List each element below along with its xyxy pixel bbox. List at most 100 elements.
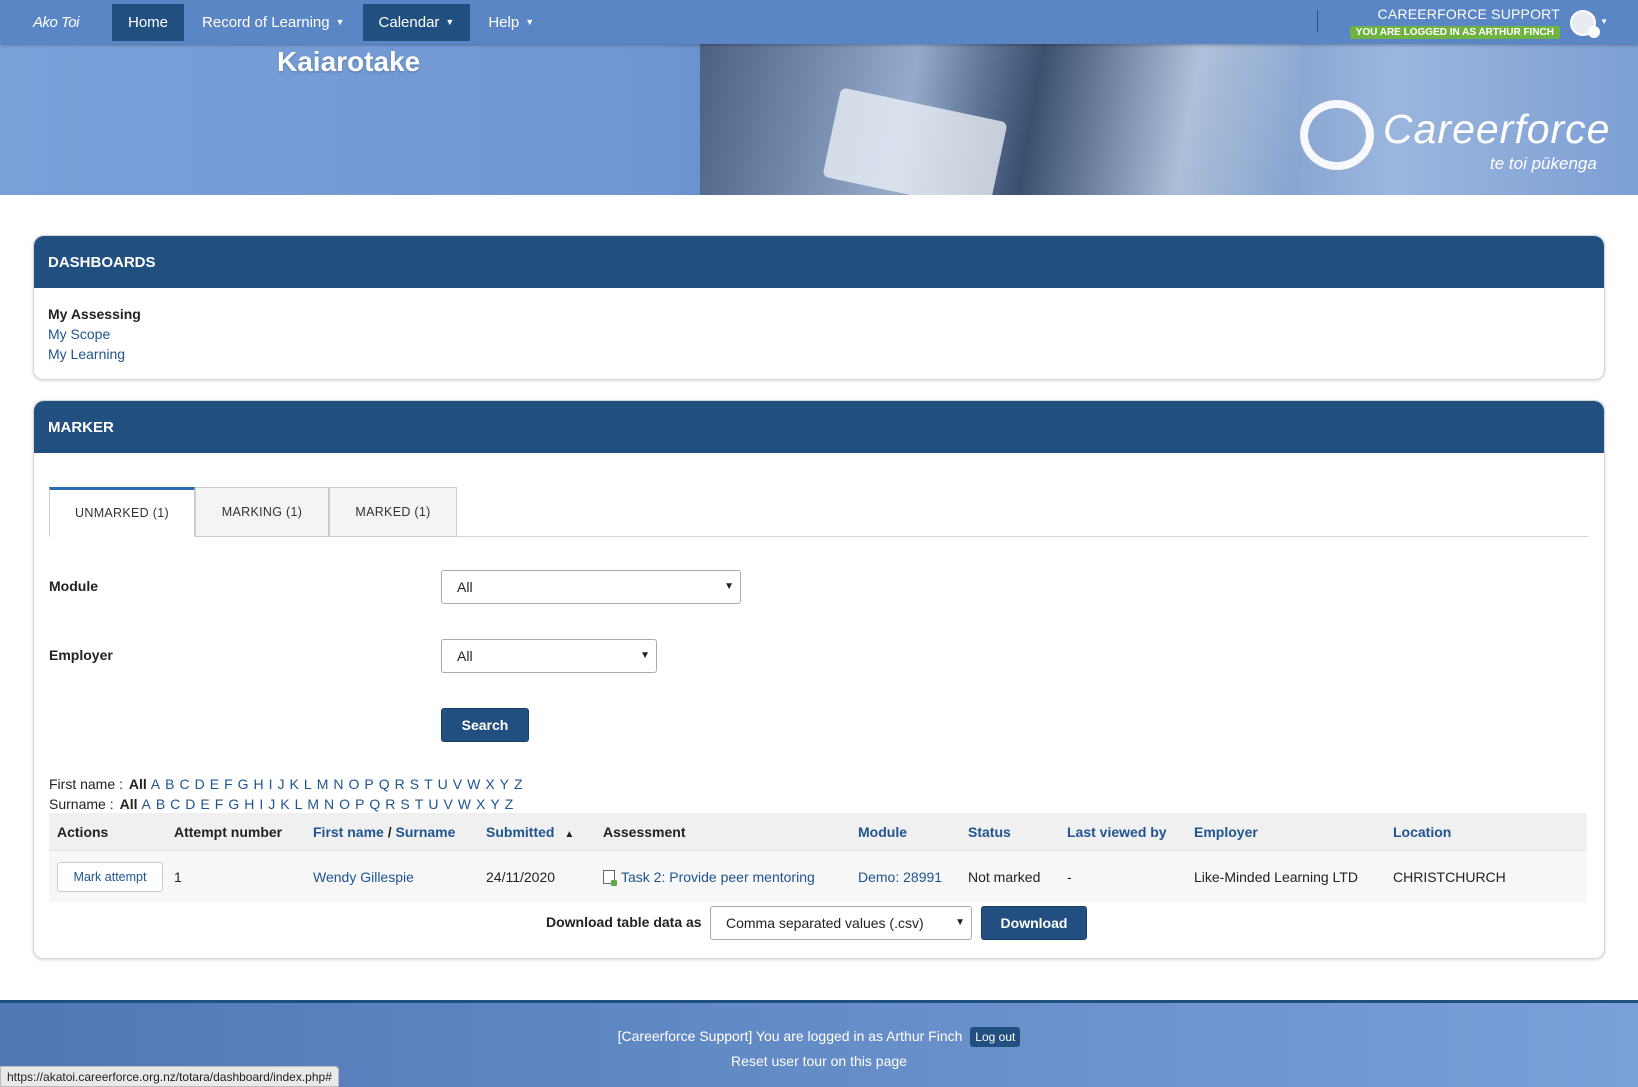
firstname-letter-z[interactable]: Z: [514, 776, 523, 792]
dashboard-item-my-assessing: My Assessing: [48, 306, 141, 322]
surname-letter-a[interactable]: A: [141, 796, 150, 812]
surname-all[interactable]: All: [120, 796, 138, 812]
firstname-filter-label: First name :: [49, 776, 123, 792]
sort-status[interactable]: Status: [968, 824, 1011, 840]
assessment-link[interactable]: Task 2: Provide peer mentoring: [621, 869, 815, 885]
surname-letter-k[interactable]: K: [280, 796, 289, 812]
reset-user-tour-link[interactable]: Reset user tour on this page: [731, 1053, 907, 1069]
sort-submitted[interactable]: Submitted: [486, 824, 554, 840]
top-navigation-bar: Ako Toi Home Record of Learning ▼ Calend…: [0, 0, 1638, 44]
firstname-letter-n[interactable]: N: [333, 776, 343, 792]
firstname-letter-j[interactable]: J: [278, 776, 285, 792]
nav-calendar[interactable]: Calendar ▼: [362, 3, 471, 41]
firstname-letter-a[interactable]: A: [151, 776, 160, 792]
firstname-letter-t[interactable]: T: [424, 776, 433, 792]
page-banner: Kaiarotake Careerforce te toi pūkenga: [0, 44, 1638, 195]
cell-learner-name[interactable]: Wendy Gillespie: [313, 869, 414, 885]
firstname-letter-f[interactable]: F: [224, 776, 233, 792]
surname-letter-x[interactable]: X: [476, 796, 485, 812]
firstname-letter-r[interactable]: R: [395, 776, 405, 792]
tab-unmarked[interactable]: UNMARKED (1): [49, 487, 195, 537]
firstname-letter-k[interactable]: K: [290, 776, 299, 792]
surname-letter-s[interactable]: S: [400, 796, 409, 812]
chevron-down-icon[interactable]: ▼: [1600, 17, 1608, 26]
surname-letter-h[interactable]: H: [244, 796, 254, 812]
search-button[interactable]: Search: [441, 708, 529, 742]
sort-last-viewed[interactable]: Last viewed by: [1067, 824, 1167, 840]
name-separator: /: [383, 823, 396, 840]
surname-letter-y[interactable]: Y: [490, 796, 499, 812]
surname-letter-v[interactable]: V: [443, 796, 452, 812]
cell-module[interactable]: Demo: 28991: [858, 869, 942, 885]
firstname-letter-x[interactable]: X: [485, 776, 494, 792]
logged-in-as-badge: YOU ARE LOGGED IN AS ARTHUR FINCH: [1349, 26, 1560, 39]
firstname-letter-e[interactable]: E: [210, 776, 219, 792]
firstname-letter-v[interactable]: V: [453, 776, 462, 792]
surname-letter-n[interactable]: N: [324, 796, 334, 812]
firstname-letter-p[interactable]: P: [364, 776, 373, 792]
surname-letter-i[interactable]: I: [259, 796, 263, 812]
firstname-letter-h[interactable]: H: [254, 776, 264, 792]
sort-location[interactable]: Location: [1393, 824, 1451, 840]
dashboard-item-my-learning[interactable]: My Learning: [48, 346, 125, 362]
nav-home[interactable]: Home: [112, 3, 185, 41]
firstname-letter-o[interactable]: O: [348, 776, 359, 792]
surname-letter-e[interactable]: E: [200, 796, 209, 812]
surname-letter-d[interactable]: D: [185, 796, 195, 812]
site-logo[interactable]: Ako Toi: [0, 0, 112, 44]
download-button-label: Download: [1000, 915, 1068, 931]
firstname-letter-i[interactable]: I: [269, 776, 273, 792]
module-select-value: All: [457, 579, 473, 595]
surname-letter-m[interactable]: M: [307, 796, 319, 812]
tab-marking[interactable]: MARKING (1): [195, 487, 329, 537]
firstname-letter-c[interactable]: C: [179, 776, 189, 792]
dashboard-item-my-scope[interactable]: My Scope: [48, 326, 110, 342]
sort-surname[interactable]: Surname: [395, 824, 455, 840]
firstname-letter-m[interactable]: M: [317, 776, 329, 792]
firstname-letter-u[interactable]: U: [438, 776, 448, 792]
download-format-value: Comma separated values (.csv): [726, 915, 924, 931]
surname-letter-l[interactable]: L: [295, 796, 303, 812]
tab-marking-label: MARKING (1): [221, 505, 303, 519]
firstname-letter-w[interactable]: W: [467, 776, 480, 792]
firstname-letter-y[interactable]: Y: [500, 776, 509, 792]
surname-letter-q[interactable]: Q: [369, 796, 380, 812]
firstname-letter-b[interactable]: B: [165, 776, 174, 792]
download-format-select[interactable]: Comma separated values (.csv) ▼: [710, 906, 972, 940]
surname-letter-f[interactable]: F: [215, 796, 224, 812]
firstname-letter-s[interactable]: S: [410, 776, 419, 792]
sort-module[interactable]: Module: [858, 824, 907, 840]
surname-letter-z[interactable]: Z: [505, 796, 514, 812]
cell-employer: Like-Minded Learning LTD: [1194, 868, 1358, 885]
user-menu[interactable]: CAREERFORCE SUPPORT YOU ARE LOGGED IN AS…: [1349, 6, 1560, 39]
surname-letter-c[interactable]: C: [170, 796, 180, 812]
firstname-letter-q[interactable]: Q: [379, 776, 390, 792]
nav-calendar-label: Calendar: [378, 13, 440, 31]
surname-letter-t[interactable]: T: [415, 796, 424, 812]
surname-letter-j[interactable]: J: [268, 796, 275, 812]
download-button[interactable]: Download: [981, 906, 1087, 940]
mark-attempt-button[interactable]: Mark attempt: [57, 861, 163, 892]
surname-letter-o[interactable]: O: [339, 796, 350, 812]
logout-button[interactable]: Log out: [970, 1027, 1021, 1047]
surname-letter-p[interactable]: P: [355, 796, 364, 812]
firstname-letter-l[interactable]: L: [304, 776, 312, 792]
col-submitted: Submitted ▲: [486, 824, 574, 840]
nav-help[interactable]: Help ▼: [472, 4, 550, 41]
cell-last-viewed: -: [1067, 868, 1072, 885]
sort-firstname[interactable]: First name: [313, 824, 384, 840]
tab-marked[interactable]: MARKED (1): [329, 487, 457, 537]
surname-letter-w[interactable]: W: [458, 796, 471, 812]
nav-record-of-learning[interactable]: Record of Learning ▼: [186, 4, 361, 41]
surname-letter-r[interactable]: R: [385, 796, 395, 812]
firstname-all[interactable]: All: [129, 776, 147, 792]
nav-record-of-learning-label: Record of Learning: [202, 13, 330, 31]
surname-letter-u[interactable]: U: [428, 796, 438, 812]
surname-letter-g[interactable]: G: [228, 796, 239, 812]
employer-select[interactable]: All ▼: [441, 639, 657, 673]
sort-employer[interactable]: Employer: [1194, 824, 1258, 840]
firstname-letter-d[interactable]: D: [195, 776, 205, 792]
module-select[interactable]: All ▼: [441, 570, 741, 604]
firstname-letter-g[interactable]: G: [238, 776, 249, 792]
surname-letter-b[interactable]: B: [156, 796, 165, 812]
